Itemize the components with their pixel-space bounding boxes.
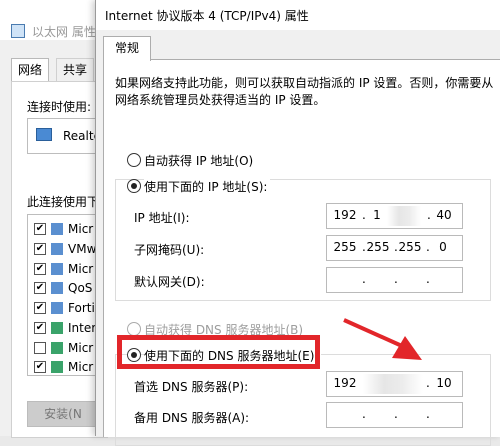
auto-dns-radio[interactable] (127, 322, 141, 336)
component-icon (51, 302, 63, 314)
ipv4-properties-dialog: Internet 协议版本 4 (TCP/IPv4) 属性 常规 如果网络支持此… (95, 0, 500, 446)
subnet-octet-4: 0 (439, 240, 447, 254)
default-gateway-label: 默认网关(D): (134, 275, 205, 289)
component-checkbox[interactable]: ✔ (34, 223, 46, 235)
alternate-dns-field[interactable]: . . . (326, 402, 463, 428)
preferred-dns-field[interactable]: 192 . 10 (326, 371, 463, 397)
component-checkbox[interactable]: ✔ (34, 361, 46, 373)
component-checkbox[interactable]: ✔ (34, 263, 46, 275)
redaction-blur (387, 206, 421, 226)
subnet-mask-label: 子网掩码(U): (134, 243, 205, 257)
component-checkbox[interactable]: ✔ (34, 302, 46, 314)
component-label: Forti (68, 301, 95, 315)
subnet-octet-2: 255 (366, 240, 390, 254)
tab-general[interactable]: 常规 (103, 36, 151, 61)
subnet-mask-field[interactable]: 255 . 255 . 255 . 0 (326, 235, 463, 261)
connect-using-label: 连接时使用: (27, 100, 92, 114)
preferred-dns-label: 首选 DNS 服务器(P): (134, 380, 249, 394)
redaction-blur (363, 374, 423, 394)
component-label: Micr (68, 262, 94, 276)
component-checkbox[interactable]: ✔ (34, 282, 46, 294)
manual-ip-radio[interactable] (127, 179, 141, 193)
install-button[interactable]: 安装(N (27, 401, 99, 427)
component-label: QoS (68, 281, 93, 295)
dialog-title: Internet 协议版本 4 (TCP/IPv4) 属性 (105, 9, 309, 23)
description-text: 如果网络支持此功能，则可以获取自动指派的 IP 设置。否则，你需要从网络系统管理… (115, 76, 494, 107)
tab-network[interactable]: 网络 (11, 58, 50, 82)
component-checkbox[interactable] (34, 342, 46, 354)
component-checkbox[interactable]: ✔ (34, 243, 46, 255)
manual-ip-label[interactable]: 使用下面的 IP 地址(S): (144, 178, 271, 195)
annotation-arrow-icon (343, 318, 422, 360)
ethernet-properties-title: 以太网 属性 (32, 25, 96, 39)
component-icon (51, 361, 63, 373)
components-label: 此连接使用下 (27, 195, 100, 209)
ipv4-titlebar: Internet 协议版本 4 (TCP/IPv4) 属性 (96, 0, 500, 30)
ip-octet-1: 192 (333, 208, 357, 222)
component-label: Micr (68, 360, 94, 374)
component-icon (51, 282, 63, 294)
highlight-box (117, 335, 320, 369)
component-icon (51, 322, 63, 334)
component-label: Micr (68, 341, 94, 355)
subnet-octet-3: 255 (398, 240, 422, 254)
dns-octet-1: 192 (333, 376, 357, 390)
subnet-octet-1: 255 (333, 240, 357, 254)
component-checkbox[interactable]: ✔ (34, 322, 46, 334)
default-gateway-field[interactable]: . . . (326, 267, 463, 293)
auto-ip-label[interactable]: 自动获得 IP 地址(O) (144, 152, 253, 169)
component-label: VMw (68, 242, 97, 256)
component-icon (51, 342, 63, 354)
monitor-icon (36, 128, 52, 141)
dns-octet-4: 10 (436, 376, 452, 390)
ip-octet-4: 40 (436, 208, 452, 222)
ip-address-field[interactable]: 192 . 1 . 40 (326, 203, 463, 229)
component-icon (51, 223, 63, 235)
ip-address-label: IP 地址(I): (134, 211, 190, 225)
component-label: Micr (68, 222, 94, 236)
component-icon (51, 243, 63, 255)
auto-ip-radio[interactable] (127, 153, 141, 167)
tab-sharing[interactable]: 共享 (56, 58, 95, 82)
component-icon (51, 263, 63, 275)
network-adapter-icon (11, 24, 25, 38)
alternate-dns-label: 备用 DNS 服务器(A): (134, 411, 250, 425)
